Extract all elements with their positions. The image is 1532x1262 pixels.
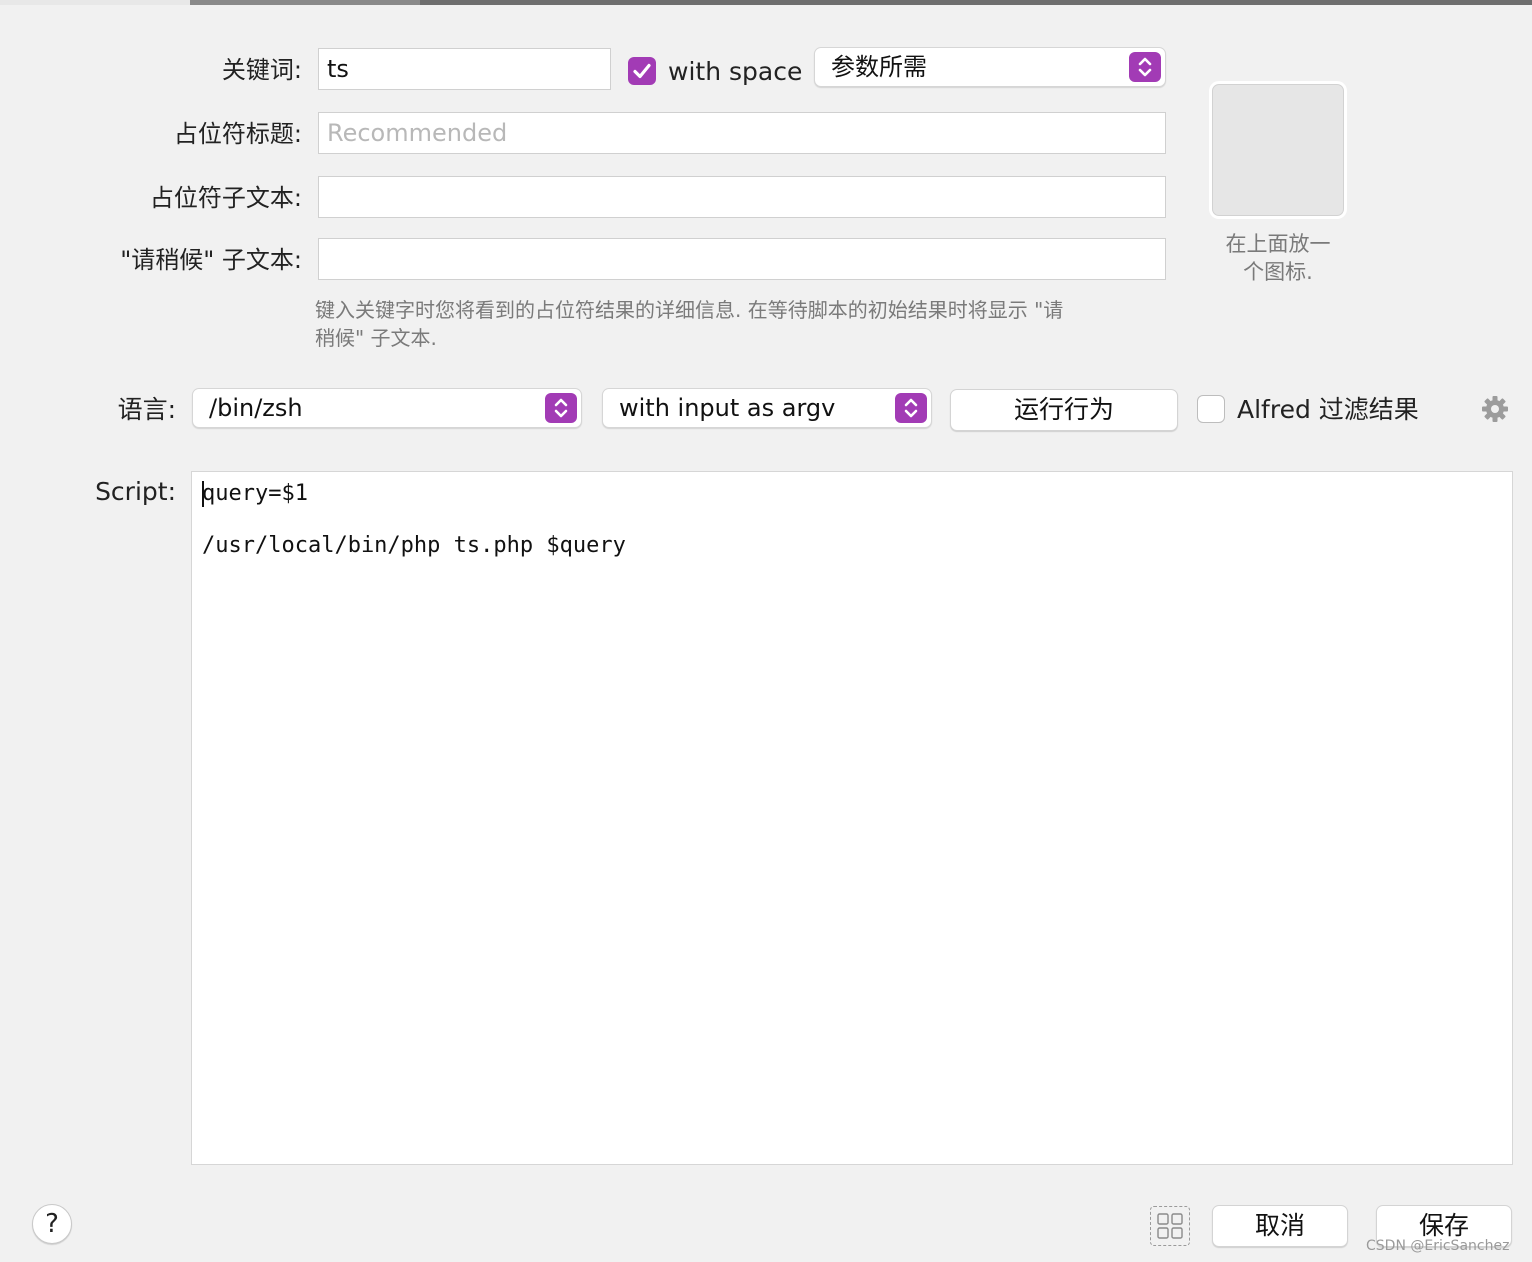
keyword-input[interactable]: ts [318, 48, 611, 90]
gear-icon[interactable] [1480, 394, 1510, 424]
script-editor[interactable]: query=$1 /usr/local/bin/php ts.php $quer… [191, 471, 1513, 1165]
up-down-chevron-icon [1129, 52, 1161, 82]
icon-drop-hint: 在上面放一 个图标. [1200, 230, 1356, 286]
language-label: 语言: [117, 395, 176, 424]
watermark-text: CSDN @EricSanchez [1366, 1238, 1510, 1254]
cancel-button[interactable]: 取消 [1212, 1205, 1348, 1247]
hint-line: 稍候" 子文本. [315, 326, 437, 350]
placeholder-subtext-label: 占位符子文本: [149, 184, 302, 212]
up-down-chevron-icon [895, 393, 927, 423]
script-label: Script: [95, 477, 176, 506]
with-space-label: with space [668, 57, 803, 86]
with-space-checkbox[interactable] [628, 57, 656, 85]
icon-hint-line: 个图标. [1243, 260, 1313, 284]
script-line: query=$1 [202, 481, 308, 506]
argument-select-value: 参数所需 [831, 53, 927, 81]
keyword-label: 关键词: [221, 56, 302, 84]
input-mode-select[interactable]: with input as argv [602, 388, 932, 428]
wait-subtext-input[interactable] [318, 238, 1166, 280]
wait-subtext-label: "请稍候" 子文本: [120, 246, 302, 274]
icon-drop-well[interactable] [1212, 84, 1344, 216]
placeholder-title-input[interactable]: Recommended [318, 112, 1166, 154]
up-down-chevron-icon [545, 393, 577, 423]
grid-layout-icon[interactable] [1150, 1206, 1190, 1246]
icon-hint-line: 在上面放一 [1225, 232, 1331, 256]
argument-select[interactable]: 参数所需 [814, 47, 1166, 87]
placeholder-hint-text: 键入关键字时您将看到的占位符结果的详细信息. 在等待脚本的初始结果时将显示 "请… [315, 296, 1175, 352]
shell-select[interactable]: /bin/zsh [192, 388, 582, 428]
shell-select-value: /bin/zsh [209, 394, 303, 422]
script-line: /usr/local/bin/php ts.php $query [202, 533, 626, 558]
hint-line: 键入关键字时您将看到的占位符结果的详细信息. 在等待脚本的初始结果时将显示 "请 [315, 298, 1064, 322]
run-behaviour-button[interactable]: 运行行为 [950, 389, 1178, 431]
window-top-strip [0, 0, 1532, 5]
alfred-filter-label: Alfred 过滤结果 [1237, 395, 1419, 424]
alfred-filter-checkbox[interactable] [1197, 395, 1225, 423]
help-button[interactable]: ? [32, 1204, 72, 1244]
placeholder-title-label: 占位符标题: [173, 120, 302, 148]
checkmark-icon [633, 63, 651, 79]
input-mode-select-value: with input as argv [619, 394, 836, 422]
placeholder-subtext-input[interactable] [318, 176, 1166, 218]
